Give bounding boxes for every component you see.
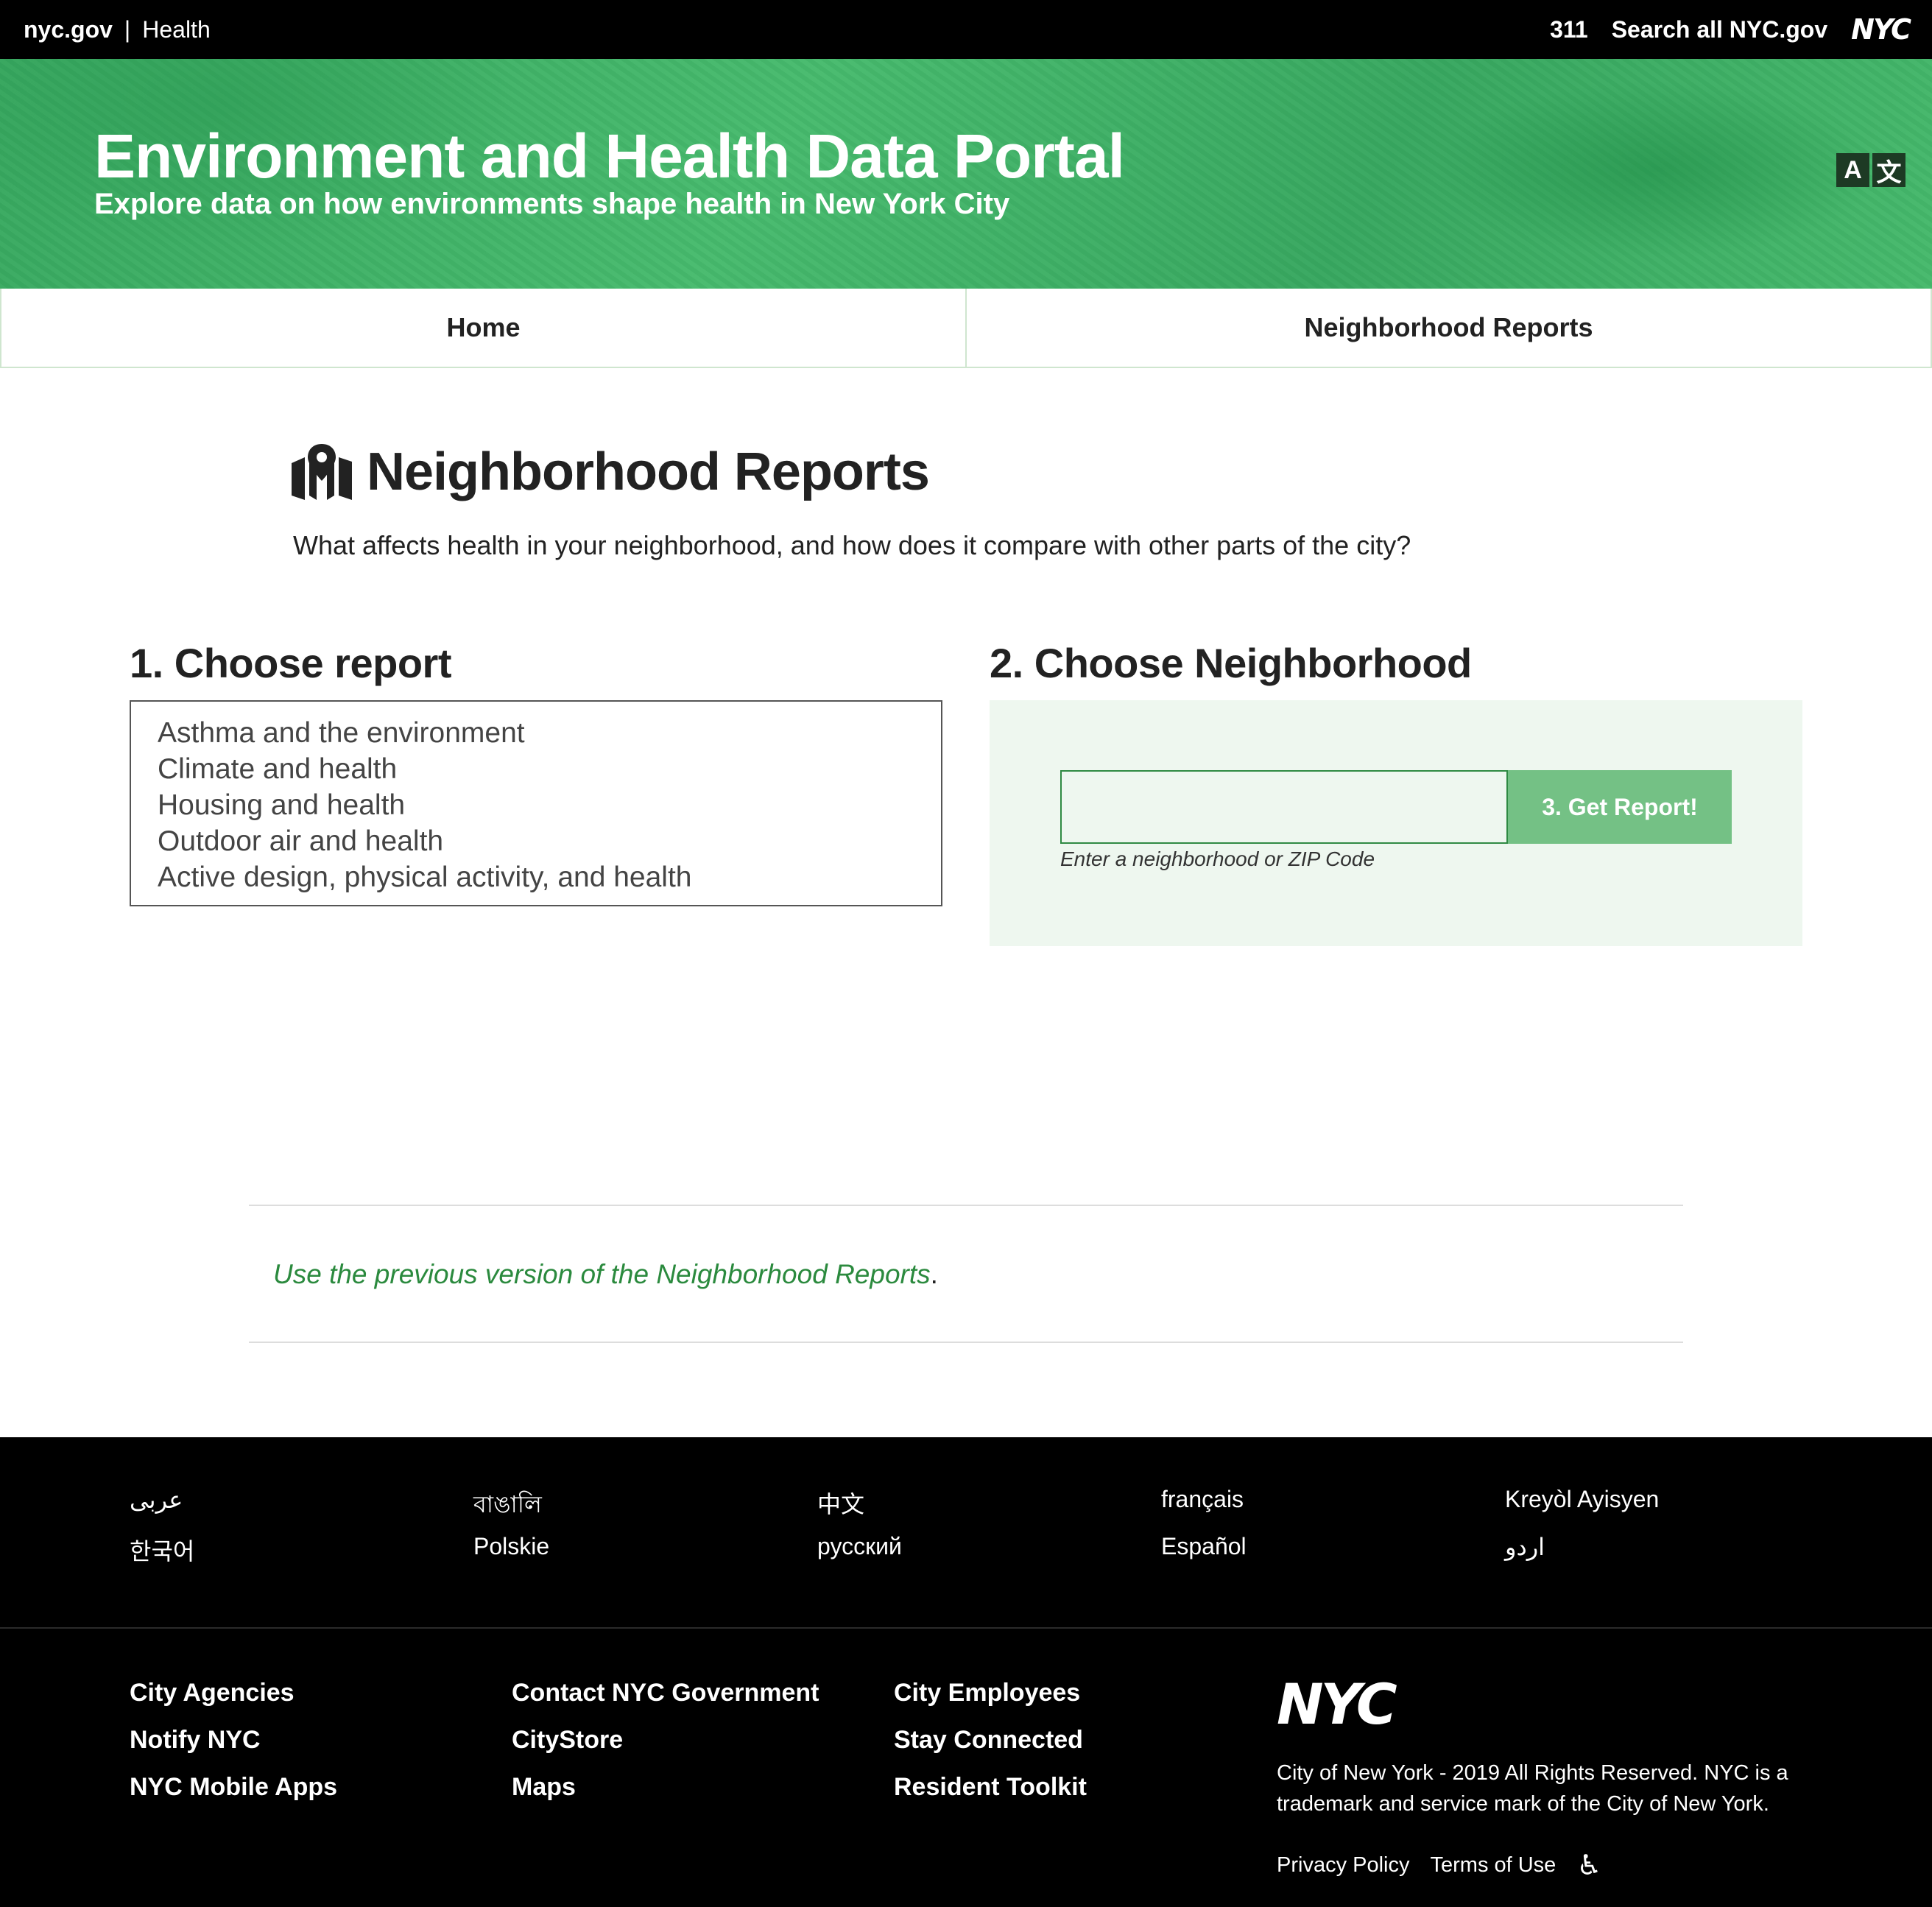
language-link-urdu[interactable]: اردو [1505, 1533, 1849, 1562]
topbar-separator: | [124, 15, 131, 43]
main-nav: Home Neighborhood Reports [0, 289, 1932, 368]
language-link-chinese[interactable]: 中文 [817, 1486, 1161, 1518]
report-option[interactable]: Asthma and the environment [158, 715, 914, 751]
report-option[interactable]: Climate and health [158, 751, 914, 787]
nyc-gov-link[interactable]: nyc.gov [24, 16, 113, 43]
footer-link-resident-toolkit[interactable]: Resident Toolkit [894, 1773, 1276, 1804]
page-title: Neighborhood Reports [367, 443, 930, 501]
footer-divider [0, 1627, 1932, 1629]
language-list: عربى বাঙালি 中文 français Kreyòl Ayisyen 한… [130, 1486, 1801, 1565]
health-link[interactable]: Health [142, 16, 211, 43]
language-link-korean[interactable]: 한국어 [130, 1533, 473, 1565]
link-311[interactable]: 311 [1550, 16, 1588, 43]
search-nyc-link[interactable]: Search all NYC.gov [1612, 16, 1827, 43]
footer-link-notify-nyc[interactable]: Notify NYC [130, 1726, 512, 1757]
language-link-haitian-creole[interactable]: Kreyòl Ayisyen [1505, 1486, 1849, 1515]
neighborhood-panel: 3. Get Report! Enter a neighborhood or Z… [990, 700, 1802, 946]
choose-report-heading: 1. Choose report [130, 640, 451, 686]
translate-icon-b: 文 [1872, 153, 1905, 187]
page-heading: Neighborhood Reports [292, 442, 930, 502]
tab-neighborhood-reports[interactable]: Neighborhood Reports [965, 289, 1931, 367]
choose-neighborhood-heading: 2. Choose Neighborhood [990, 640, 1472, 686]
page-intro: What affects health in your neighborhood… [293, 530, 1411, 560]
previous-version-box: Use the previous version of the Neighbor… [249, 1205, 1683, 1343]
translate-icon-a: A [1836, 153, 1869, 187]
get-report-button[interactable]: 3. Get Report! [1508, 770, 1732, 844]
report-select[interactable]: Asthma and the environment Climate and h… [130, 700, 942, 906]
top-bar: nyc.gov | Health 311 Search all NYC.gov … [0, 0, 1932, 59]
neighborhood-search-input[interactable] [1060, 770, 1508, 844]
privacy-policy-link[interactable]: Privacy Policy [1277, 1853, 1410, 1878]
previous-version-line: Use the previous version of the Neighbor… [273, 1259, 938, 1290]
language-link-russian[interactable]: русский [817, 1533, 1161, 1562]
footer-link-stay-connected[interactable]: Stay Connected [894, 1726, 1276, 1757]
header-banner: Environment and Health Data Portal Explo… [0, 59, 1932, 289]
accessibility-icon[interactable]: ♿ [1576, 1849, 1601, 1882]
report-option[interactable]: Housing and health [158, 787, 914, 823]
translate-button[interactable]: A 文 [1836, 153, 1905, 187]
language-link-french[interactable]: français [1161, 1486, 1505, 1515]
footer-legal: NYC City of New York - 2019 All Rights R… [1277, 1671, 1807, 1882]
language-link-arabic[interactable]: عربى [130, 1486, 473, 1515]
footer: عربى বাঙালি 中文 français Kreyòl Ayisyen 한… [0, 1437, 1932, 1907]
map-marker-icon [292, 444, 352, 500]
tab-home[interactable]: Home [1, 289, 965, 367]
neighborhood-search-hint: Enter a neighborhood or ZIP Code [1060, 847, 1375, 870]
language-link-bengali[interactable]: বাঙালি [473, 1486, 817, 1518]
previous-version-link[interactable]: Use the previous version of the Neighbor… [273, 1259, 931, 1289]
copyright-text: City of New York - 2019 All Rights Reser… [1277, 1761, 1788, 1816]
footer-link-citystore[interactable]: CityStore [512, 1726, 894, 1757]
site-title[interactable]: Environment and Health Data Portal [94, 125, 1125, 187]
nyc-logo[interactable]: NYC [1851, 13, 1911, 46]
terms-of-use-link[interactable]: Terms of Use [1431, 1853, 1556, 1878]
footer-nyc-logo[interactable]: NYC [1277, 1671, 1397, 1737]
report-option[interactable]: Active design, physical activity, and he… [158, 859, 914, 895]
footer-link-city-agencies[interactable]: City Agencies [130, 1679, 512, 1710]
footer-link-city-employees[interactable]: City Employees [894, 1679, 1276, 1710]
report-option[interactable]: Outdoor air and health [158, 823, 914, 859]
footer-links: City Agencies Contact NYC Government Cit… [130, 1679, 1276, 1804]
language-link-spanish[interactable]: Español [1161, 1533, 1505, 1562]
footer-link-maps[interactable]: Maps [512, 1773, 894, 1804]
language-link-polish[interactable]: Polskie [473, 1533, 817, 1562]
previous-version-period: . [930, 1259, 938, 1289]
footer-link-contact-government[interactable]: Contact NYC Government [512, 1679, 894, 1710]
site-subtitle: Explore data on how environments shape h… [94, 188, 1010, 220]
footer-link-mobile-apps[interactable]: NYC Mobile Apps [130, 1773, 512, 1804]
